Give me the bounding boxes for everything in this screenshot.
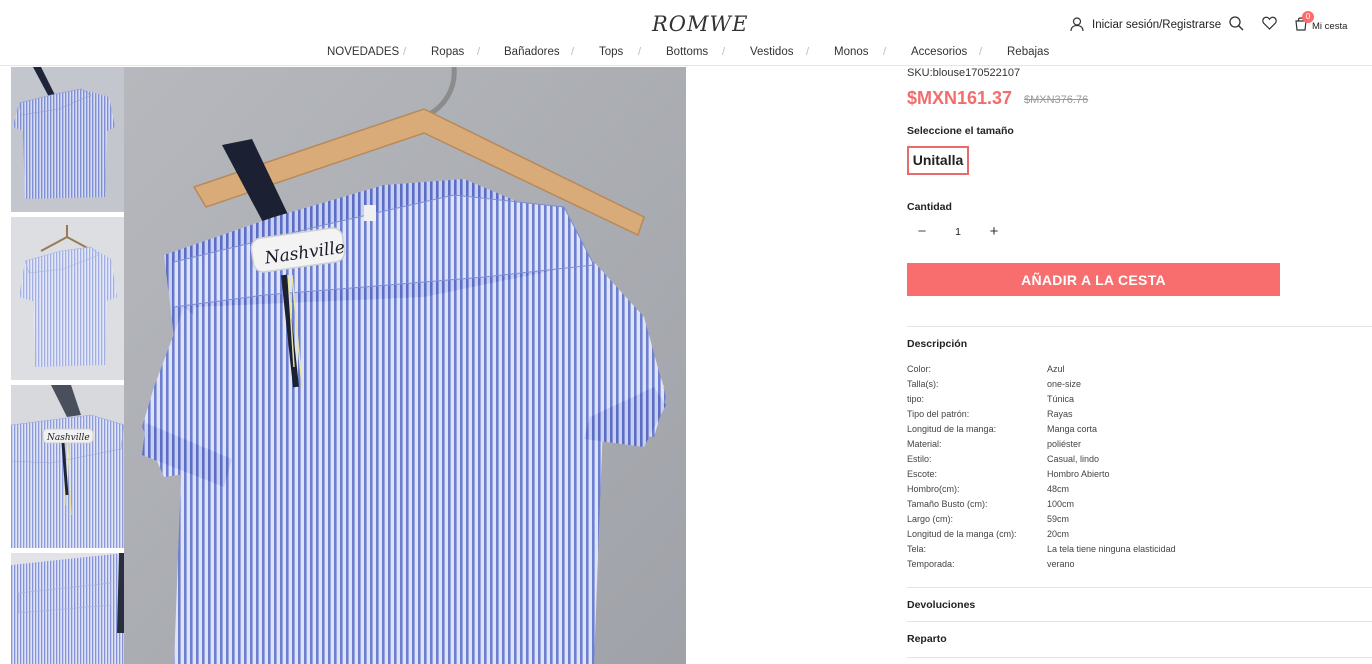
nav-separator: / (403, 46, 407, 58)
spec-row: Tela: La tela tiene ninguna elasticidad (907, 544, 1307, 559)
spec-value: poliéster (1047, 439, 1082, 449)
divider (907, 621, 1372, 622)
spec-row: Estilo: Casual, lindo (907, 454, 1307, 469)
quantity-value[interactable]: 1 (953, 226, 963, 238)
spec-key: tipo: (907, 394, 925, 404)
spec-row: Hombro(cm): 48cm (907, 484, 1307, 499)
spec-value: Manga corta (1047, 424, 1098, 434)
nav-item-accesorios[interactable]: Accesorios (911, 46, 967, 58)
description-title[interactable]: Descripción (907, 338, 967, 350)
spec-value: 100cm (1047, 499, 1075, 509)
product-sku: SKU:blouse170522107 (907, 67, 1021, 79)
quantity-stepper: − 1 + (907, 222, 1017, 242)
nav-separator: / (806, 46, 810, 58)
nav-separator: / (638, 46, 642, 58)
nav-separator: / (571, 46, 575, 58)
spec-row: Tamaño Busto (cm): 100cm (907, 499, 1307, 514)
nav-item-rebajas[interactable]: Rebajas (1007, 46, 1049, 58)
nav-item-banadores[interactable]: Bañadores (504, 46, 560, 58)
shipping-section-title[interactable]: Reparto (907, 633, 947, 645)
main-nav: NOVEDADES / Ropas / Bañadores / Tops / B… (0, 46, 1372, 62)
spec-row: Talla(s): one-size (907, 379, 1307, 394)
thumbnail-1[interactable] (11, 67, 124, 212)
spec-key: Longitud de la manga (cm): (907, 529, 1017, 539)
nav-item-novedades[interactable]: NOVEDADES (327, 46, 399, 58)
site-logo[interactable]: ROMWE (652, 12, 748, 36)
nav-separator: / (883, 46, 887, 58)
spec-key: Largo (cm): (907, 514, 954, 524)
login-link[interactable]: Iniciar sesión/Registrarse (1070, 17, 1221, 32)
spec-value: Túnica (1047, 394, 1075, 404)
spec-value: La tela tiene ninguna elasticidad (1047, 544, 1176, 554)
spec-value: 20cm (1047, 529, 1070, 539)
spec-row: Longitud de la manga: Manga corta (907, 424, 1307, 439)
spec-row: Escote: Hombro Abierto (907, 469, 1307, 484)
spec-key: Color: (907, 364, 932, 374)
spec-row: Color: Azul (907, 364, 1307, 379)
spec-value: Azul (1047, 364, 1065, 374)
spec-row: Largo (cm): 59cm (907, 514, 1307, 529)
spec-row: Longitud de la manga (cm): 20cm (907, 529, 1307, 544)
divider (907, 587, 1372, 588)
nav-separator: / (477, 46, 481, 58)
spec-key: Tamaño Busto (cm): (907, 499, 988, 509)
returns-section-title[interactable]: Devoluciones (907, 599, 975, 611)
quantity-title: Cantidad (907, 201, 952, 213)
spec-row: Temporada: verano (907, 559, 1307, 574)
spec-value: Rayas (1047, 409, 1073, 419)
size-title: Seleccione el tamaño (907, 125, 1014, 137)
nav-item-monos[interactable]: Monos (834, 46, 869, 58)
spec-key: Talla(s): (907, 379, 939, 389)
quantity-increase-button[interactable]: + (987, 222, 1001, 242)
cart-label[interactable]: Mi cesta (1312, 21, 1347, 32)
heart-icon[interactable] (1262, 16, 1277, 30)
spec-key: Tela: (907, 544, 927, 554)
spec-row: Material: poliéster (907, 439, 1307, 454)
spec-key: Escote: (907, 469, 938, 479)
nav-separator: / (979, 46, 983, 58)
product-old-price: $MXN376.76 (1024, 94, 1089, 106)
site-header: ROMWE Iniciar sesión/Registrarse 0 Mi ce… (0, 0, 1372, 66)
main-product-image[interactable]: Nashville (124, 67, 686, 664)
spec-value: verano (1047, 559, 1075, 569)
spec-key: Material: (907, 439, 942, 449)
login-label: Iniciar sesión/Registrarse (1092, 18, 1222, 31)
divider (907, 326, 1372, 327)
product-price: $MXN161.37 (907, 88, 1013, 108)
search-icon[interactable] (1229, 16, 1244, 31)
thumbnail-3[interactable]: Nashville (11, 385, 124, 548)
spec-value: 59cm (1047, 514, 1070, 524)
add-to-cart-button[interactable]: AÑADIR A LA CESTA (907, 263, 1280, 296)
nav-separator: / (722, 46, 726, 58)
thumbnail-patch-text: Nashville (46, 433, 90, 443)
spec-value: Hombro Abierto (1047, 469, 1110, 479)
spec-key: Tipo del patrón: (907, 409, 970, 419)
spec-value: one-size (1047, 379, 1082, 389)
nav-item-vestidos[interactable]: Vestidos (750, 46, 793, 58)
quantity-decrease-button[interactable]: − (915, 222, 929, 242)
spec-value: Casual, lindo (1047, 454, 1100, 464)
nav-item-bottoms[interactable]: Bottoms (666, 46, 708, 58)
spec-key: Estilo: (907, 454, 932, 464)
spec-key: Temporada: (907, 559, 955, 569)
thumbnail-4[interactable] (11, 553, 124, 664)
spec-key: Hombro(cm): (907, 484, 960, 494)
size-option-button[interactable]: Unitalla (907, 146, 969, 175)
thumbnail-2[interactable] (11, 217, 124, 380)
spec-row: tipo: Túnica (907, 394, 1307, 409)
nav-item-ropas[interactable]: Ropas (431, 46, 464, 58)
user-icon (1070, 17, 1084, 32)
spec-value: 48cm (1047, 484, 1070, 494)
divider (907, 657, 1372, 658)
spec-key: Longitud de la manga: (907, 424, 997, 434)
spec-row: Tipo del patrón: Rayas (907, 409, 1307, 424)
nav-item-tops[interactable]: Tops (599, 46, 623, 58)
